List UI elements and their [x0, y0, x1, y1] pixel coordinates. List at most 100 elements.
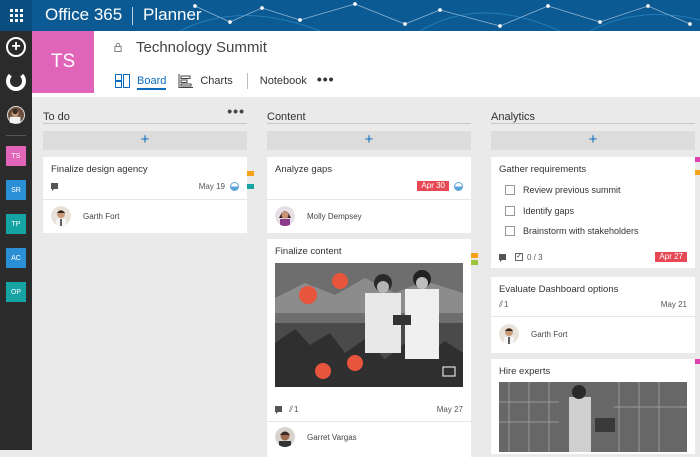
due-date: May 27: [436, 404, 463, 414]
app-name[interactable]: Planner: [143, 5, 202, 25]
tab-charts[interactable]: Charts: [178, 74, 233, 88]
charts-icon: [178, 74, 194, 88]
attachment-icon: ⫽: [289, 403, 294, 414]
left-rail: + TS SR TP AC OP: [0, 31, 32, 450]
assignee[interactable]: Molly Dempsey: [275, 206, 362, 226]
assignee-avatar: [51, 206, 71, 226]
checklist-checkbox[interactable]: [505, 206, 515, 216]
label-teal: [247, 184, 254, 189]
tab-board-label: Board: [137, 75, 167, 90]
task-cover-photo: [499, 382, 687, 452]
add-task-button[interactable]: +: [491, 131, 695, 150]
checklist-item[interactable]: Identify gaps: [505, 206, 574, 216]
tab-charts-label: Charts: [200, 75, 233, 87]
task-title: Evaluate Dashboard options: [499, 284, 619, 295]
assignee[interactable]: Garth Fort: [51, 206, 119, 226]
task-card[interactable]: Analyze gaps Apr 30 Molly Dempsey: [267, 157, 471, 233]
task-title: Finalize content: [275, 246, 342, 257]
office-365-brand[interactable]: Office 365: [45, 5, 122, 25]
label-orange: [471, 253, 478, 258]
task-meta: ⫽ 1 May 27: [275, 403, 463, 415]
nav-divider: [246, 73, 248, 89]
label-pink: [695, 359, 700, 364]
label-orange: [695, 170, 700, 175]
avatar[interactable]: [7, 106, 25, 124]
rail-plan-ts[interactable]: TS: [6, 146, 26, 166]
attachment-count: 1: [294, 404, 299, 414]
task-title: Hire experts: [499, 366, 551, 377]
bucket-more-icon[interactable]: •••: [227, 103, 245, 119]
checklist-item[interactable]: Brainstorm with stakeholders: [505, 226, 639, 236]
task-card[interactable]: Gather requirements Review previous summ…: [491, 157, 695, 268]
progress-icon[interactable]: [454, 181, 463, 191]
due-date-late: Apr 27: [655, 252, 687, 262]
brand-divider: [132, 7, 133, 25]
assignee-avatar: [275, 206, 295, 226]
rail-plan-sr[interactable]: SR: [6, 180, 26, 200]
assignee-name: Garret Vargas: [307, 432, 357, 442]
task-title: Gather requirements: [499, 164, 587, 175]
bucket-header: Content: [267, 107, 471, 124]
task-meta: ✓ 0 / 3 Apr 27: [499, 251, 687, 263]
plan-nav: Board Charts Notebook •••: [115, 71, 335, 91]
checklist-progress: 0 / 3: [527, 252, 543, 262]
task-title: Analyze gaps: [275, 164, 333, 175]
label-green: [471, 260, 478, 265]
assignee-avatar: [275, 427, 295, 447]
comment-icon: [499, 254, 506, 262]
task-card[interactable]: Finalize content ⫽ 1 May 27 Garret Varga…: [267, 239, 471, 457]
rail-divider: [6, 135, 26, 136]
task-title: Finalize design agency: [51, 164, 148, 175]
rail-plan-op[interactable]: OP: [6, 282, 26, 302]
task-cover-photo: [275, 263, 463, 387]
rail-plan-ac[interactable]: AC: [6, 248, 26, 268]
bucket-header: To do •••: [43, 103, 247, 124]
tab-notebook-label: Notebook: [259, 75, 307, 87]
due-date: May 19: [198, 181, 225, 191]
suite-header: Office 365 Planner: [0, 0, 700, 31]
plan-header: TS Technology Summit Board Charts Notebo: [32, 31, 700, 97]
assignee-name: Garth Fort: [531, 329, 568, 339]
add-circle-icon[interactable]: +: [6, 37, 26, 57]
add-task-button[interactable]: +: [43, 131, 247, 150]
add-task-button[interactable]: +: [267, 131, 471, 150]
more-options-icon[interactable]: •••: [317, 71, 335, 87]
planner-hub-icon[interactable]: [6, 71, 26, 91]
bucket-name[interactable]: Content: [267, 111, 306, 123]
task-card[interactable]: Finalize design agency May 19 Garth Fort: [43, 157, 247, 233]
card-divider: [491, 316, 695, 317]
card-divider: [267, 421, 471, 422]
checklist-checkbox[interactable]: [505, 226, 515, 236]
assignee[interactable]: Garth Fort: [499, 324, 567, 344]
tab-board[interactable]: Board: [115, 72, 167, 90]
bucket-name[interactable]: Analytics: [491, 111, 535, 123]
checklist-item[interactable]: Review previous summit: [505, 185, 621, 195]
checklist-item-label: Brainstorm with stakeholders: [523, 226, 639, 236]
assignee-avatar: [499, 324, 519, 344]
attachment-count: 1: [504, 299, 509, 309]
assignee-name: Molly Dempsey: [307, 211, 362, 221]
lock-icon: [114, 43, 122, 52]
label-orange: [247, 171, 254, 176]
board-icon: [115, 74, 130, 88]
card-divider: [267, 199, 471, 200]
rail-plan-tp[interactable]: TP: [6, 214, 26, 234]
app-launcher-icon[interactable]: [0, 0, 32, 31]
task-meta: ⫽ 1 May 21: [499, 298, 687, 310]
comment-icon: [275, 406, 282, 414]
due-date: May 21: [660, 299, 687, 309]
plan-tile: TS: [32, 31, 94, 93]
task-meta: Apr 30: [275, 180, 463, 192]
bucket-header: Analytics: [491, 107, 695, 124]
board: To do ••• + Finalize design agency May 1…: [32, 97, 700, 457]
bucket-name[interactable]: To do: [43, 111, 70, 123]
assignee[interactable]: Garret Vargas: [275, 427, 357, 447]
attachment-icon: ⫽: [499, 298, 504, 309]
task-card[interactable]: Hire experts: [491, 359, 695, 454]
user-photo: [9, 108, 21, 123]
tab-notebook[interactable]: Notebook: [260, 75, 307, 87]
comment-icon: [51, 183, 58, 191]
checklist-checkbox[interactable]: [505, 185, 515, 195]
progress-icon[interactable]: [230, 181, 239, 191]
task-card[interactable]: Evaluate Dashboard options ⫽ 1 May 21 Ga…: [491, 277, 695, 353]
